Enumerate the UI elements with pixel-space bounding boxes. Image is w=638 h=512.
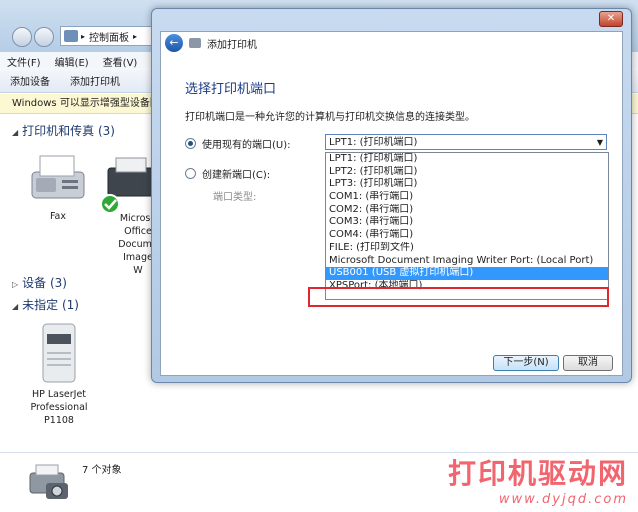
existing-port-select[interactable]: LPT1: (打印机端口) ▼ — [325, 134, 607, 150]
close-icon: ✕ — [606, 13, 616, 24]
use-existing-label: 使用现有的端口(U): — [202, 140, 291, 151]
fax-icon — [31, 155, 85, 199]
printer-camera-icon — [29, 464, 68, 499]
address-bar[interactable]: ▸ 控制面板 ▸ — [60, 26, 152, 46]
laser-printer-icon — [42, 323, 76, 383]
status-count: 7 个对象 — [82, 465, 122, 476]
port-option[interactable]: COM2: (串行端口) — [326, 204, 608, 217]
add-device-button[interactable]: 添加设备 — [0, 73, 60, 88]
device-fax-label: Fax — [49, 211, 67, 222]
device-fax[interactable]: Fax — [18, 150, 98, 223]
back-nav-button[interactable] — [12, 27, 32, 47]
address-text: 控制面板 — [89, 32, 130, 44]
port-option[interactable]: Microsoft Document Imaging Writer Port: … — [326, 255, 608, 268]
page-description: 打印机端口是一种允许您的计算机与打印机交换信息的连接类型。 — [185, 112, 475, 123]
device-office-writer[interactable]: Microso Office Docume Image W — [98, 152, 158, 277]
create-new-label: 创建新端口(C): — [202, 170, 271, 181]
menu-file[interactable]: 文件(F) — [0, 52, 48, 69]
port-option[interactable]: LPT3: (打印机端口) — [326, 178, 608, 191]
hp-label-line: Professional — [30, 402, 88, 413]
port-option[interactable]: USB001 (USB 虚拟打印机端口) — [326, 267, 608, 280]
breadcrumb-chevron-icon: ▸ — [81, 31, 86, 41]
forward-nav-button[interactable] — [34, 27, 54, 47]
watermark-url: www.dyjqd.com — [498, 492, 628, 507]
menu-view[interactable]: 查看(V) — [96, 52, 145, 69]
back-button[interactable]: ← — [165, 34, 183, 52]
combo-value: LPT1: (打印机端口) — [329, 137, 418, 148]
next-button[interactable]: 下一步(N) — [493, 355, 559, 371]
port-option[interactable]: LPT2: (打印机端口) — [326, 166, 608, 179]
use-existing-port-option[interactable]: 使用现有的端口(U): — [185, 136, 291, 151]
printer-icon — [189, 38, 201, 48]
highlight-annotation — [308, 287, 609, 307]
port-option[interactable]: FILE: (打印到文件) — [326, 242, 608, 255]
add-printer-dialog: ✕ ← 添加打印机 选择打印机端口 打印机端口是一种允许您的计算机与打印机交换信… — [151, 8, 632, 383]
add-printer-button[interactable]: 添加打印机 — [60, 73, 130, 88]
expand-icon: ▷ — [12, 280, 19, 289]
dropdown-arrow-icon: ▼ — [596, 138, 603, 147]
port-option[interactable]: COM3: (串行端口) — [326, 216, 608, 229]
port-option[interactable]: COM4: (串行端口) — [326, 229, 608, 242]
dialog-client: ← 添加打印机 选择打印机端口 打印机端口是一种允许您的计算机与打印机交换信息的… — [160, 31, 623, 376]
port-option[interactable]: LPT1: (打印机端口) — [326, 153, 608, 166]
menu-edit[interactable]: 编辑(E) — [48, 52, 96, 69]
device-office-label: Microso Office Docume Image W — [98, 212, 158, 277]
device-hp-laserjet[interactable]: HP LaserJet Professional P1108 — [22, 322, 96, 427]
cancel-button[interactable]: 取消 — [563, 355, 613, 371]
dialog-header: ← 添加打印机 — [161, 32, 622, 54]
radio-use-existing[interactable] — [185, 138, 196, 149]
group-printers[interactable]: ◢ 打印机和传真 (3) — [12, 122, 115, 139]
group-unspecified-label: 未指定 (1) — [22, 298, 79, 312]
hp-label-line: P1108 — [44, 415, 74, 426]
breadcrumb-chevron-icon: ▸ — [133, 31, 138, 41]
group-devices-label: 设备 (3) — [22, 276, 67, 290]
hp-label-line: HP LaserJet — [31, 389, 87, 400]
watermark-title: 打印机驱动网 — [447, 457, 628, 490]
collapse-icon: ◢ — [12, 302, 19, 311]
back-arrow-icon: ← — [169, 36, 179, 49]
close-button[interactable]: ✕ — [599, 11, 623, 27]
printer-icon — [100, 157, 155, 214]
port-option[interactable]: COM1: (串行端口) — [326, 191, 608, 204]
create-new-port-option[interactable]: 创建新端口(C): — [185, 166, 270, 181]
group-devices[interactable]: ▷ 设备 (3) — [12, 274, 67, 291]
page-heading: 选择打印机端口 — [185, 82, 277, 97]
radio-create-new[interactable] — [185, 168, 196, 179]
watermark: 打印机驱动网 www.dyjqd.com — [448, 452, 628, 507]
group-unspecified[interactable]: ◢ 未指定 (1) — [12, 296, 79, 313]
dialog-title: 添加打印机 — [207, 39, 257, 51]
control-panel-icon — [64, 30, 78, 42]
port-dropdown-list: LPT1: (打印机端口) LPT2: (打印机端口) LPT3: (打印机端口) C… — [325, 152, 609, 300]
collapse-icon: ◢ — [12, 128, 19, 137]
port-type-label: 端口类型: — [213, 192, 257, 203]
group-printers-label: 打印机和传真 (3) — [22, 124, 115, 138]
